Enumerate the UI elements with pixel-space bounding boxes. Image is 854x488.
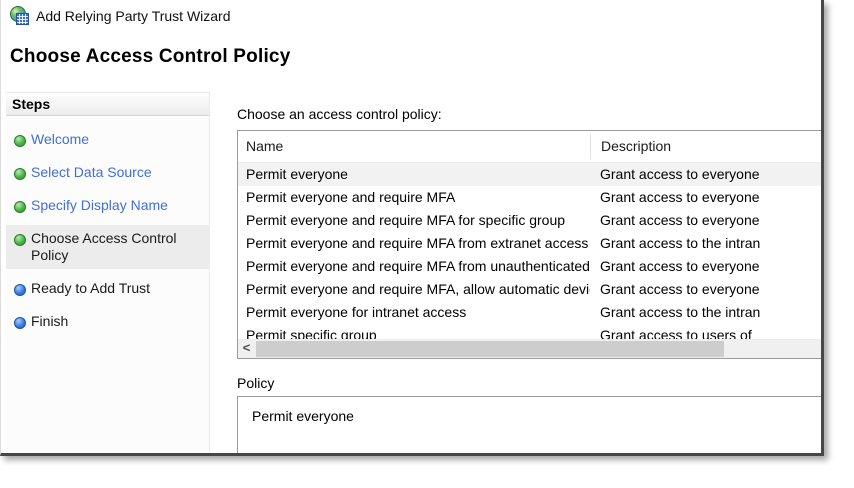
policy-name-cell: Permit specific group <box>246 327 377 340</box>
policy-row[interactable]: Permit specific group Grant access to use… <box>238 324 821 340</box>
title-bar: Add Relying Party Trust Wizard <box>10 6 231 25</box>
policy-table-header: Name Description <box>238 131 821 163</box>
policy-row[interactable]: Permit everyone and require MFA from una… <box>238 255 821 278</box>
policy-name-cell: Permit everyone and require MFA from ext… <box>246 235 589 251</box>
sidebar-step: Choose Access Control Policy <box>6 225 209 269</box>
policy-description-cell: Grant access to everyone <box>600 281 760 297</box>
policy-row[interactable]: Permit everyone and require MFA Grant acc… <box>238 186 821 209</box>
page-title: Choose Access Control Policy <box>10 46 291 67</box>
step-label: Choose Access Control Policy <box>31 230 177 263</box>
step-label: Specify Display Name <box>31 197 168 213</box>
table-label: Choose an access control policy: <box>237 106 442 122</box>
wizard-window: Add Relying Party Trust Wizard Choose Ac… <box>0 0 824 456</box>
step-bullet-icon <box>14 284 26 296</box>
policy-description-cell: Grant access to the intran <box>600 235 761 251</box>
steps-list: Welcome Select Data Source Specify Display… <box>6 116 209 335</box>
sidebar-step: Finish <box>6 308 209 335</box>
column-header-name[interactable]: Name <box>238 131 590 162</box>
adfs-trust-icon <box>10 6 29 25</box>
step-bullet-icon <box>14 168 26 180</box>
scroll-left-arrow-icon[interactable]: < <box>238 340 255 357</box>
policy-description-cell: Grant access to everyone <box>600 166 760 182</box>
window-title: Add Relying Party Trust Wizard <box>36 7 231 24</box>
policy-row[interactable]: Permit everyone and require MFA, allow a… <box>238 278 821 301</box>
sidebar-step[interactable]: Select Data Source <box>6 159 209 186</box>
step-label: Ready to Add Trust <box>31 280 151 296</box>
policy-description-cell: Grant access to users of <box>600 327 752 340</box>
step-bullet-icon <box>14 135 26 147</box>
policy-description-cell: Grant access to the intran <box>600 304 761 320</box>
policy-name-cell: Permit everyone and require MFA from una… <box>246 258 590 274</box>
building-icon <box>16 13 29 25</box>
policy-description-cell: Grant access to everyone <box>600 212 760 228</box>
policy-table-rows: Permit everyone Grant access to everyone P… <box>238 163 821 340</box>
policy-description-cell: Grant access to everyone <box>600 258 760 274</box>
policy-row[interactable]: Permit everyone Grant access to everyone <box>238 163 821 186</box>
sidebar-step[interactable]: Welcome <box>6 126 209 153</box>
steps-header: Steps <box>6 92 209 116</box>
policy-description-cell: Grant access to everyone <box>600 189 760 205</box>
step-bullet-icon <box>14 317 26 329</box>
policy-name-cell: Permit everyone and require MFA, allow a… <box>246 281 590 297</box>
policy-row[interactable]: Permit everyone and require MFA from ext… <box>238 232 821 255</box>
step-bullet-icon <box>14 234 26 246</box>
column-header-description[interactable]: Description <box>590 134 821 159</box>
scrollbar-thumb[interactable] <box>256 341 724 357</box>
policy-name-cell: Permit everyone and require MFA <box>246 189 456 205</box>
step-label: Select Data Source <box>31 164 152 180</box>
sidebar-step[interactable]: Specify Display Name <box>6 192 209 219</box>
main-panel: Choose an access control policy: Name De… <box>229 92 821 453</box>
policy-name-cell: Permit everyone and require MFA for spec… <box>246 212 566 228</box>
policy-row[interactable]: Permit everyone for intranet access Grant… <box>238 301 821 324</box>
policy-name-cell: Permit everyone for intranet access <box>246 304 467 320</box>
sidebar-step: Ready to Add Trust <box>6 275 209 302</box>
step-bullet-icon <box>14 201 26 213</box>
policy-row[interactable]: Permit everyone and require MFA for spec… <box>238 209 821 232</box>
policy-name-cell: Permit everyone <box>246 166 348 182</box>
step-label: Finish <box>31 313 69 329</box>
horizontal-scrollbar[interactable]: < <box>238 339 821 358</box>
steps-sidebar: Steps Welcome Select Data Source Specify D… <box>6 92 210 453</box>
policy-value: Permit everyone <box>252 408 354 424</box>
step-label: Welcome <box>31 131 90 147</box>
policy-section-label: Policy <box>237 375 275 391</box>
policy-table[interactable]: Name Description Permit everyone Grant ac… <box>237 130 821 359</box>
policy-detail-box: Permit everyone <box>237 396 821 453</box>
